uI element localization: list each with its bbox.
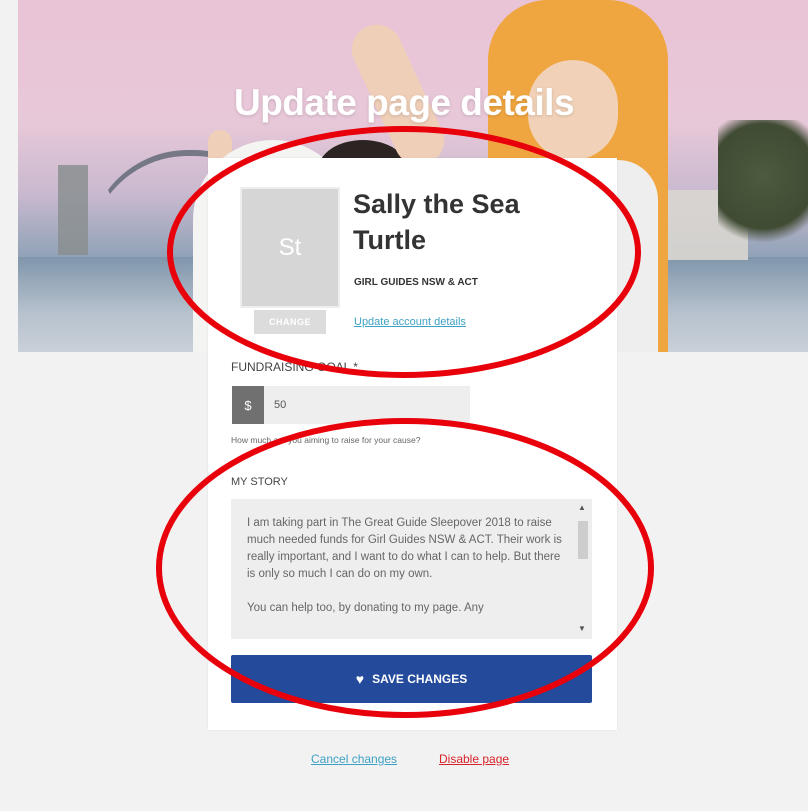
- fundraising-goal-label: FUNDRAISING GOAL *: [231, 360, 358, 374]
- page-owner-name: Sally the Sea Turtle: [353, 189, 520, 255]
- my-story-label: MY STORY: [231, 476, 288, 488]
- arrow-up-icon[interactable]: ▲: [578, 503, 586, 512]
- organisation-name: GIRL GUIDES NSW & ACT: [354, 277, 478, 288]
- heart-icon: ♥: [355, 671, 365, 687]
- update-account-details-link[interactable]: Update account details: [354, 316, 466, 328]
- save-changes-button[interactable]: ♥ SAVE CHANGES: [231, 655, 592, 703]
- trees: [718, 120, 808, 260]
- fundraising-goal-value[interactable]: 50: [274, 399, 286, 411]
- currency-symbol: $: [232, 386, 264, 424]
- story-scrollbar[interactable]: ▲ ▼: [574, 499, 592, 639]
- my-story-text[interactable]: I am taking part in The Great Guide Slee…: [247, 515, 571, 617]
- arrow-down-icon[interactable]: ▼: [578, 624, 586, 633]
- avatar[interactable]: St: [240, 187, 340, 308]
- cancel-changes-link[interactable]: Cancel changes: [311, 752, 397, 766]
- disable-page-link[interactable]: Disable page: [439, 752, 509, 766]
- city-tower: [58, 165, 88, 255]
- scrollbar-thumb[interactable]: [578, 521, 588, 559]
- fundraising-goal-field[interactable]: $ 50: [232, 386, 470, 424]
- my-story-textarea[interactable]: I am taking part in The Great Guide Slee…: [231, 499, 592, 639]
- change-avatar-button[interactable]: CHANGE: [254, 310, 326, 334]
- page-title: Update page details: [233, 82, 575, 123]
- edit-page-card: St Sally the Sea Turtle GIRL GUIDES NSW …: [208, 158, 617, 730]
- save-changes-label: SAVE CHANGES: [372, 672, 468, 686]
- avatar-initials: St: [278, 233, 302, 261]
- fundraising-goal-help: How much are you aiming to raise for you…: [231, 435, 421, 445]
